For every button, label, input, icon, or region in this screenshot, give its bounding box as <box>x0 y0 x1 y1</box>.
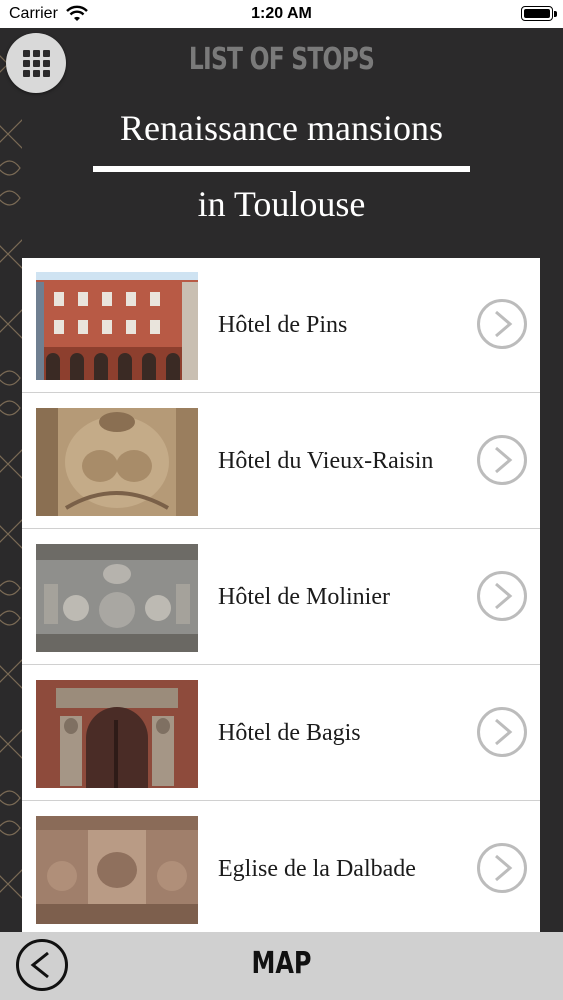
list-item[interactable]: Hôtel de Bagis <box>22 666 540 801</box>
stop-name: Hôtel de Molinier <box>218 584 390 610</box>
tour-title-line2: in Toulouse <box>197 184 366 224</box>
list-item[interactable]: Hôtel de Molinier <box>22 530 540 665</box>
stop-thumbnail <box>36 408 198 516</box>
title-divider <box>93 166 470 172</box>
stop-name: Eglise de la Dalbade <box>218 856 416 882</box>
battery-icon <box>521 6 557 21</box>
list-item[interactable]: Hôtel du Vieux-Raisin <box>22 394 540 529</box>
chevron-right-circle-icon[interactable] <box>477 707 527 757</box>
chevron-right-circle-icon[interactable] <box>477 299 527 349</box>
stop-name: Hôtel du Vieux-Raisin <box>218 448 434 474</box>
map-button[interactable]: MAP <box>56 946 506 981</box>
tour-title-line1: Renaissance mansions <box>120 108 443 148</box>
stops-list: Hôtel de Pins Hôtel du Vieux-Raisin Hôte… <box>22 258 540 932</box>
list-item[interactable]: Hôtel de Pins <box>22 258 540 393</box>
list-item[interactable]: Eglise de la Dalbade <box>22 802 540 932</box>
chevron-right-circle-icon[interactable] <box>477 435 527 485</box>
stop-thumbnail <box>36 544 198 652</box>
grid-icon <box>23 50 50 77</box>
status-bar: Carrier 1:20 AM <box>0 0 563 28</box>
stop-name: Hôtel de Bagis <box>218 720 361 746</box>
footer-bar: MAP <box>0 932 563 1000</box>
decorative-pattern <box>0 49 22 899</box>
stop-thumbnail <box>36 680 198 788</box>
stop-name: Hôtel de Pins <box>218 312 348 338</box>
chevron-right-circle-icon[interactable] <box>477 843 527 893</box>
page-title: LIST OF STOPS <box>188 42 375 77</box>
chevron-right-circle-icon[interactable] <box>477 571 527 621</box>
menu-button[interactable] <box>6 33 66 93</box>
stop-thumbnail <box>36 272 198 380</box>
clock: 1:20 AM <box>251 5 312 22</box>
stop-thumbnail <box>36 816 198 924</box>
